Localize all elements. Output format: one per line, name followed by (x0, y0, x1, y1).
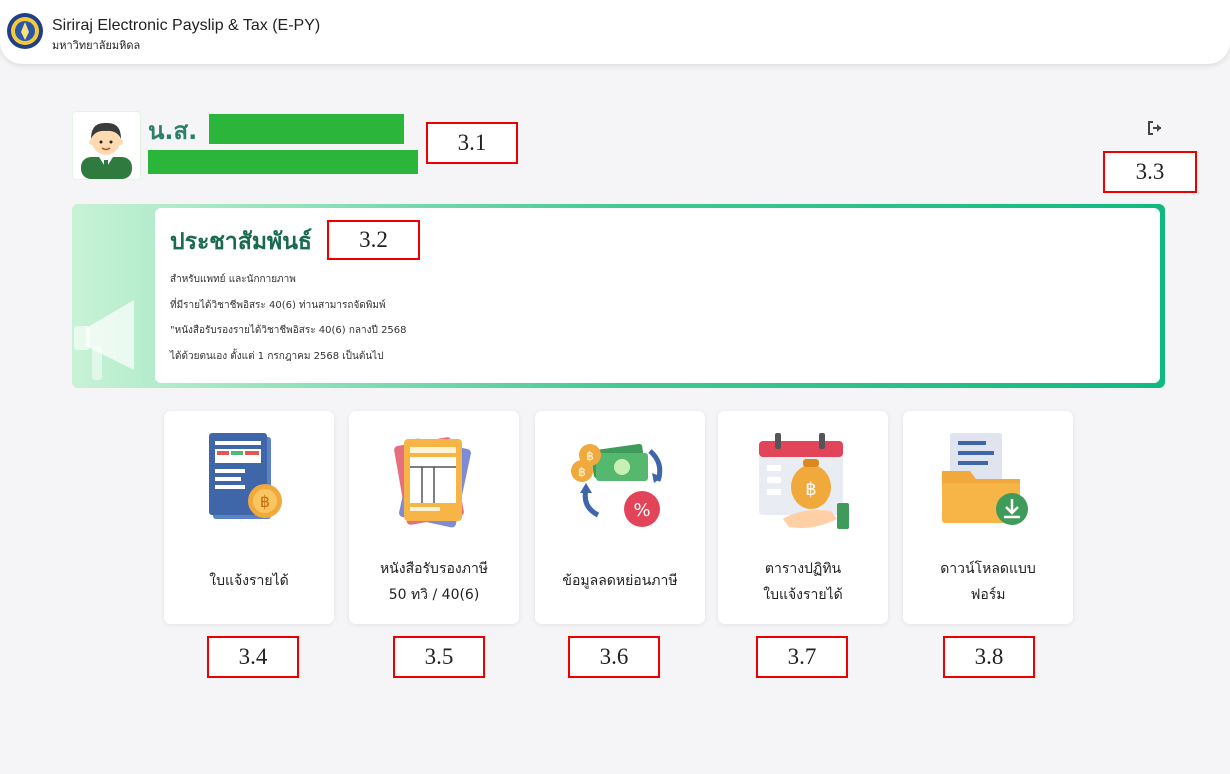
announcement-line-3: "หนังสือรับรองรายได้วิชาชีพอิสระ 40(6) ก… (170, 325, 407, 336)
calendar-payday-icon: ฿ (759, 433, 849, 529)
app-header: Siriraj Electronic Payslip & Tax (E-PY) … (0, 0, 1230, 64)
download-form-icon (942, 433, 1028, 525)
annotation-3-8: 3.8 (943, 636, 1035, 678)
user-name-prefix: น.ส. (148, 117, 198, 145)
menu-label-tax-certificate-1: หนังสือรับรองภาษี (379, 561, 489, 577)
app-title: Siriraj Electronic Payslip & Tax (E-PY) (52, 17, 321, 34)
announcement-line-2: ที่มีรายได้วิชาชีพอิสระ 40(6) ท่านสามารถ… (170, 300, 386, 311)
menu-card-payslip[interactable]: ฿ ใบแจ้งรายได้ (164, 411, 334, 624)
svg-text:฿: ฿ (586, 449, 594, 463)
app-subtitle: มหาวิทยาลัยมหิดล (52, 40, 141, 52)
annotation-3-4: 3.4 (207, 636, 299, 678)
menu-label-download-form-2: ฟอร์ม (970, 587, 1006, 603)
menu-label-payday-calendar-2: ใบแจ้งรายได้ (763, 587, 843, 603)
menu-card-tax-deduction[interactable]: ฿ ฿ % ข้อมูลลดหย่อนภาษี (535, 411, 705, 624)
annotation-3-1: 3.1 (426, 122, 518, 164)
payslip-icon: ฿ (209, 433, 282, 519)
tax-deduction-icon: ฿ ฿ % (571, 443, 663, 527)
menu-card-payday-calendar[interactable]: ฿ ตารางปฏิทิน ใบแจ้งรายได้ (718, 411, 888, 624)
menu-card-download-form[interactable]: ดาวน์โหลดแบบ ฟอร์ม (903, 411, 1073, 624)
university-seal-icon[interactable] (6, 12, 44, 50)
menu-label-tax-certificate-2: 50 ทวิ / 40(6) (388, 587, 480, 603)
logout-icon (1148, 121, 1161, 135)
name-redaction (209, 114, 404, 144)
announcement-title: ประชาสัมพันธ์ (170, 229, 312, 255)
menu-label-payday-calendar-1: ตารางปฏิทิน (764, 561, 842, 577)
svg-text:฿: ฿ (578, 465, 586, 479)
user-avatar (72, 111, 141, 180)
menu-card-tax-certificate[interactable]: หนังสือรับรองภาษี 50 ทวิ / 40(6) (349, 411, 519, 624)
user-avatar-icon (81, 122, 132, 179)
announcement-line-4: ได้ด้วยตนเอง ตั้งแต่ 1 กรกฎาคม 2568 เป็น… (170, 351, 384, 362)
tax-certificate-icon (394, 437, 471, 528)
svg-text:฿: ฿ (260, 492, 270, 511)
svg-text:%: % (633, 500, 650, 521)
menu-label-payslip: ใบแจ้งรายได้ (209, 573, 289, 589)
menu-label-tax-deduction: ข้อมูลลดหย่อนภาษี (562, 573, 678, 589)
annotation-3-3: 3.3 (1103, 151, 1197, 193)
svg-text:฿: ฿ (805, 479, 816, 500)
annotation-3-2: 3.2 (327, 220, 420, 260)
logout-button[interactable] (1132, 114, 1166, 140)
position-redaction (148, 150, 418, 174)
annotation-3-5: 3.5 (393, 636, 485, 678)
annotation-3-7: 3.7 (756, 636, 848, 678)
announcement-line-1: สำหรับแพทย์ และนักกายภาพ (170, 274, 296, 285)
annotation-3-6: 3.6 (568, 636, 660, 678)
megaphone-icon (74, 300, 134, 380)
menu-label-download-form-1: ดาวน์โหลดแบบ (940, 561, 1036, 577)
